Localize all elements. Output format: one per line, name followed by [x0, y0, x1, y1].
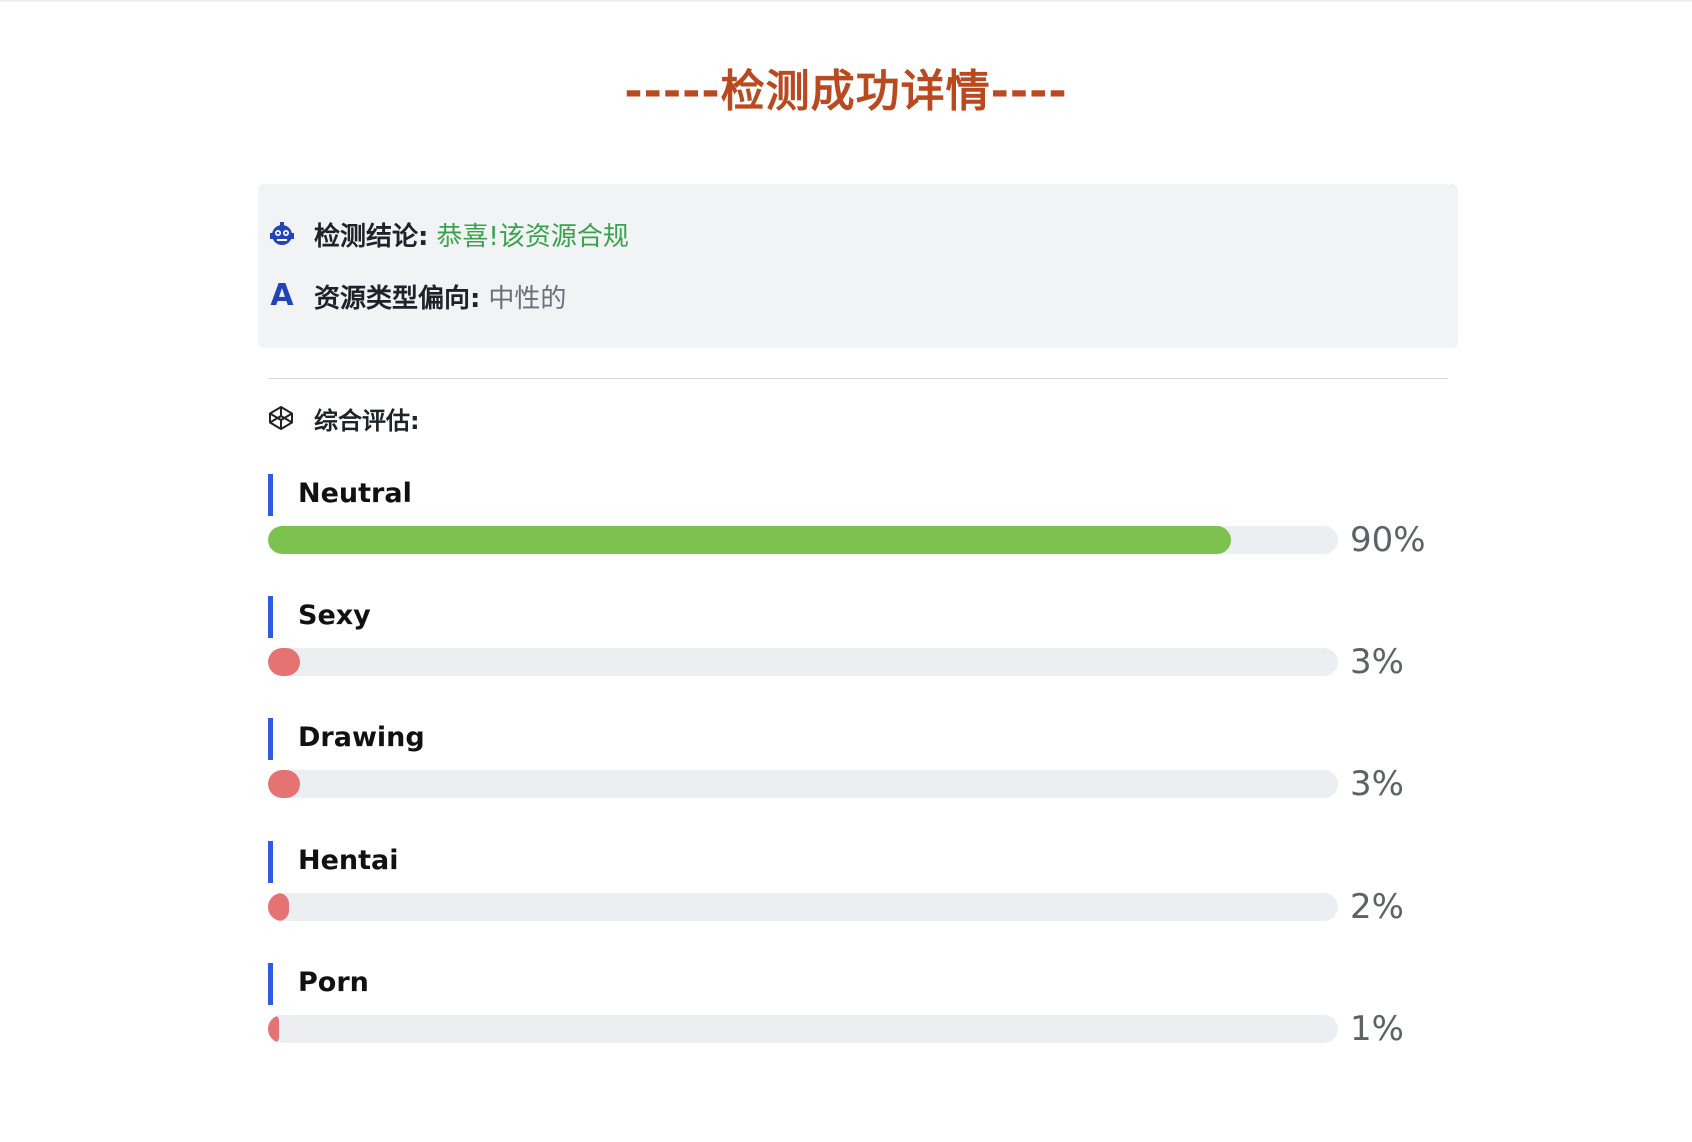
metric-percent: 1%: [1350, 1009, 1404, 1049]
metric-sexy: Sexy 3%: [268, 596, 1468, 686]
result-summary-card: 检测结论: 恭喜!该资源合规 A 资源类型偏向: 中性的: [258, 184, 1458, 348]
metric-percent: 3%: [1350, 764, 1404, 804]
metric-neutral: Neutral 90%: [268, 474, 1468, 564]
assessment-heading: 综合评估:: [268, 402, 420, 435]
page-title: -----检测成功详情----: [624, 66, 1068, 117]
metric-drawing: Drawing 3%: [268, 718, 1468, 808]
conclusion-row: 检测结论: 恭喜!该资源合规: [268, 216, 629, 252]
metric-name: Neutral: [298, 478, 412, 509]
progress-track: [268, 893, 1338, 921]
metric-marker: [268, 963, 273, 1005]
top-border: [0, 0, 1692, 2]
type-value: 中性的: [488, 283, 567, 314]
progress-fill: [268, 648, 300, 676]
conclusion-label: 检测结论:: [314, 221, 429, 252]
progress-track: [268, 648, 1338, 676]
letter-a-glyph: A: [270, 278, 294, 313]
progress-track: [268, 770, 1338, 798]
metric-marker: [268, 474, 273, 516]
progress-fill: [268, 893, 289, 921]
cube-icon: [268, 405, 294, 431]
type-row: A 资源类型偏向: 中性的: [268, 278, 566, 314]
metric-name: Hentai: [298, 845, 399, 876]
metric-percent: 90%: [1350, 520, 1426, 560]
metric-percent: 2%: [1350, 887, 1404, 927]
metric-name: Sexy: [298, 600, 371, 631]
progress-fill: [268, 526, 1231, 554]
progress-fill: [268, 770, 300, 798]
progress-track: [268, 526, 1338, 554]
divider: [268, 378, 1448, 379]
metric-marker: [268, 841, 273, 883]
metric-porn: Porn 1%: [268, 963, 1468, 1053]
progress-track: [268, 1015, 1338, 1043]
letter-a-icon: A: [268, 278, 296, 313]
assessment-heading-label: 综合评估:: [314, 406, 420, 435]
metric-marker: [268, 596, 273, 638]
metric-marker: [268, 718, 273, 760]
metric-name: Porn: [298, 967, 369, 998]
metric-hentai: Hentai 2%: [268, 841, 1468, 931]
type-label: 资源类型偏向:: [314, 283, 481, 314]
conclusion-value: 恭喜!该资源合规: [436, 221, 629, 252]
metric-name: Drawing: [298, 722, 425, 753]
progress-fill: [268, 1015, 279, 1043]
metric-percent: 3%: [1350, 642, 1404, 682]
robot-icon: [268, 220, 296, 248]
